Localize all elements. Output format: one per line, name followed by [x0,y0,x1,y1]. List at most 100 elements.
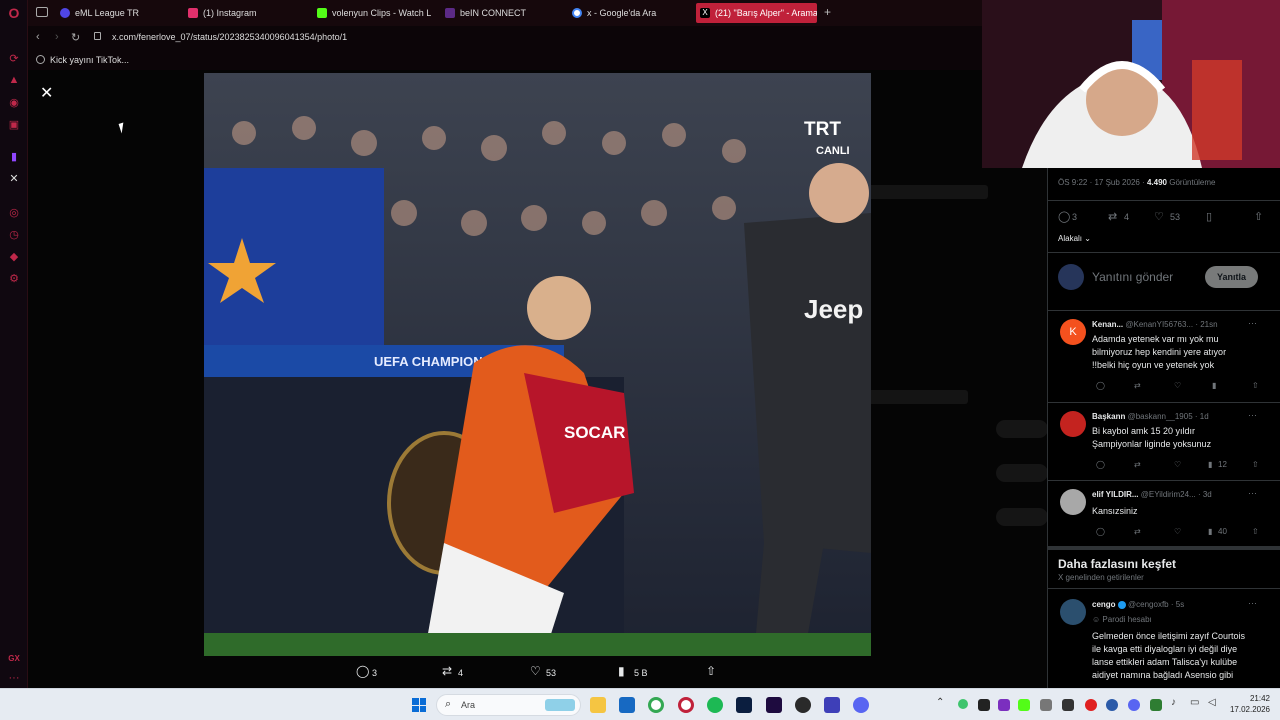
file-explorer-icon[interactable] [590,697,606,713]
clock-time: 21:42 [1249,694,1270,703]
windows-start-icon[interactable] [412,698,426,712]
twitch-icon[interactable]: ▮ [6,148,22,164]
share-icon[interactable]: ⇧ [706,664,716,678]
more-icon[interactable]: ··· [6,670,22,686]
tab-x-search[interactable]: X (21) "Barış Alper" - Arama [696,3,817,23]
url-input[interactable]: x.com/fenerlove_07/status/20238253400960… [112,32,347,42]
repost-icon[interactable]: ⇄ [1108,210,1117,223]
spotify-icon[interactable] [707,697,723,713]
tab-kick[interactable]: volenyun Clips - Watch Li [313,3,431,23]
share-icon[interactable]: ⇧ [1252,381,1259,390]
settings-icon[interactable]: ⚙ [6,270,22,286]
tab-google[interactable]: x - Google'da Ara [568,3,686,23]
history-icon[interactable]: ◷ [6,226,22,242]
reply-input[interactable]: Yanıtını gönder [1092,270,1173,284]
network-icon[interactable]: ▭ [1190,697,1199,708]
more-options-icon[interactable]: ··· [1248,318,1257,328]
share-icon[interactable]: ⇧ [1252,527,1259,536]
obs-icon[interactable] [795,697,811,713]
bookmark-icon[interactable]: ▯ [1206,210,1212,223]
tray-expand-icon[interactable]: ⌃ [936,697,944,708]
player-icon[interactable]: ◎ [6,204,22,220]
tray-app-icon[interactable] [978,699,990,711]
tab-menu-icon[interactable] [36,7,48,17]
like-icon[interactable]: ♡ [1174,381,1181,390]
reply-submit-button[interactable]: Yanıtla [1205,266,1258,288]
tray-app-icon[interactable] [1040,699,1052,711]
reply-icon[interactable]: ◯ [356,664,369,678]
views-icon[interactable]: ▮ [618,664,625,678]
premiere-icon[interactable] [766,697,782,713]
tab-bein[interactable]: beIN CONNECT [441,3,559,23]
gx-icon[interactable]: GX [6,650,22,666]
like-icon[interactable]: ♡ [530,664,541,678]
taskbar-clock[interactable]: 21:42 17.02.2026 [1226,693,1270,715]
new-tab-icon[interactable]: + [824,5,831,19]
extensions-icon[interactable]: ◆ [6,248,22,264]
more-options-icon[interactable]: ··· [1248,410,1257,420]
reply-icon[interactable]: ◯ [1096,460,1105,469]
microphone-icon[interactable]: ♪ [1171,697,1176,708]
post-author[interactable]: cengo [1092,600,1116,609]
close-icon[interactable]: ✕ [40,83,53,103]
tab-label: (21) "Barış Alper" - Arama [715,8,817,18]
reply-author[interactable]: Başkann [1092,412,1125,421]
tray-app-icon[interactable] [1062,699,1074,711]
reply-icon[interactable]: ◯ [1096,381,1105,390]
tweet-photo[interactable]: UEFA CHAMPIONS LEA SOCAR Jeep TRT CANLI [204,73,871,656]
tab-instagram[interactable]: (1) Instagram [184,3,302,23]
repost-icon[interactable]: ⇄ [1134,460,1141,469]
back-icon[interactable]: ‹ [36,31,40,43]
discord-icon[interactable] [853,697,869,713]
opera-logo-icon[interactable]: O [6,5,22,21]
messenger-icon[interactable]: ◉ [6,94,22,110]
reload-icon[interactable]: ↻ [71,31,80,44]
forward-icon[interactable]: › [55,31,59,43]
x-icon[interactable]: ✕ [6,170,22,186]
store-icon[interactable] [619,697,635,713]
reply-author[interactable]: Kenan... [1092,320,1123,329]
like-icon[interactable]: ♡ [1154,210,1164,223]
discord-tray-icon[interactable] [1128,699,1140,711]
photo-illustration: UEFA CHAMPIONS LEA SOCAR Jeep TRT CANLI [204,73,871,656]
like-icon[interactable]: ♡ [1174,527,1181,536]
bookmark-kick[interactable]: Kick yayını TikTok... [50,55,129,65]
reply-avatar[interactable] [1060,489,1086,515]
speed-dial-icon[interactable]: ⟳ [6,50,22,66]
views-icon[interactable]: ▮ [1208,460,1212,469]
share-icon[interactable]: ⇧ [1252,460,1259,469]
taskbar-search[interactable]: ⌕ Ara [436,694,581,716]
opera-gx-icon[interactable] [678,697,694,713]
sort-dropdown[interactable]: Alakalı ⌄ [1058,234,1091,243]
repost-icon[interactable]: ⇄ [1134,527,1141,536]
reply-avatar[interactable]: K [1060,319,1086,345]
repost-icon[interactable]: ⇄ [1134,381,1141,390]
tray-app-icon[interactable] [1018,699,1030,711]
tab-eml-league[interactable]: eML League TR [56,3,174,23]
steam-icon[interactable] [1106,699,1118,711]
more-options-icon[interactable]: ··· [1248,598,1257,608]
share-icon[interactable]: ⇧ [1254,210,1263,223]
reply-icon[interactable]: ◯ [1096,527,1105,536]
bag-icon[interactable]: ▲ [6,72,22,88]
views-icon[interactable]: ▮ [1208,527,1212,536]
like-icon[interactable]: ♡ [1174,460,1181,469]
reply-author[interactable]: elif YILDIR... [1092,490,1139,499]
post-avatar[interactable] [1060,599,1086,625]
volume-icon[interactable]: ◁ [1208,697,1216,708]
record-icon[interactable] [1085,699,1097,711]
reply-avatar[interactable] [1060,411,1086,437]
tray-app-icon[interactable] [958,699,968,709]
more-options-icon[interactable]: ··· [1248,488,1257,498]
reply-text-line: !!belki hiç oyun ve yetenek yok [1092,360,1215,370]
chrome-icon[interactable] [648,697,664,713]
views-icon[interactable]: ▮ [1212,381,1216,390]
media-encoder-icon[interactable] [824,697,840,713]
repost-count: 4 [458,668,464,678]
repost-icon[interactable]: ⇄ [442,664,452,678]
reply-icon[interactable]: ◯ [1058,210,1070,223]
news-icon[interactable]: ▣ [6,116,22,132]
photoshop-icon[interactable] [736,697,752,713]
onenote-icon[interactable] [998,699,1010,711]
tray-app-icon[interactable] [1150,699,1162,711]
